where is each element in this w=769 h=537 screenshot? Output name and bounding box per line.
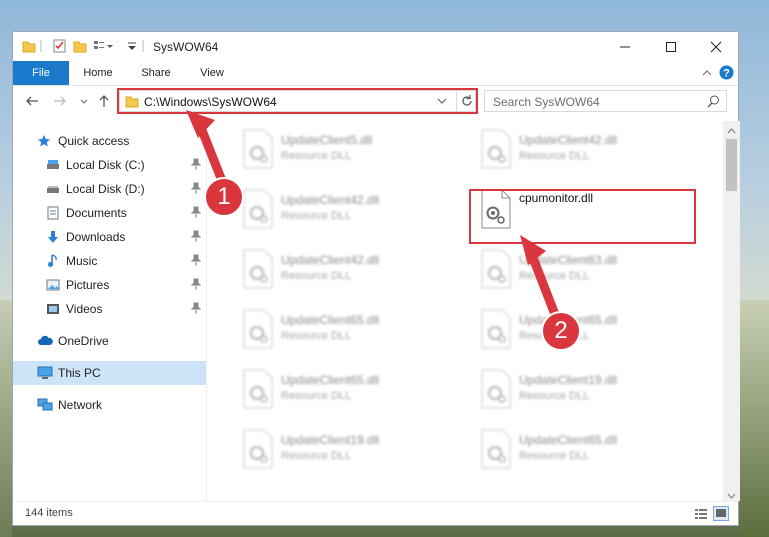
annotation-arrows bbox=[186, 110, 566, 335]
arrow-1-head bbox=[186, 110, 215, 138]
arrow-2-head bbox=[520, 235, 546, 265]
step-1-badge: 1 bbox=[204, 177, 244, 217]
step-2-badge: 2 bbox=[541, 311, 581, 351]
